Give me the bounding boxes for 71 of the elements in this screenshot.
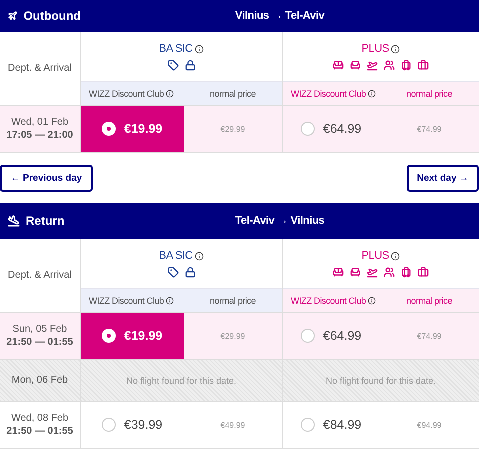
- bag-icon: [418, 267, 429, 278]
- radio-button[interactable]: [301, 418, 316, 432]
- lock-icon: [184, 267, 196, 278]
- normal-price: €94.99: [417, 420, 442, 430]
- price-option[interactable]: €19.99: [81, 312, 184, 359]
- plane-icon: [8, 10, 18, 22]
- normal-price: €49.99: [220, 420, 246, 430]
- normal-price: €74.99: [417, 332, 442, 340]
- armchair-icon: [350, 60, 361, 71]
- info-icon[interactable]: [166, 90, 174, 98]
- route-title: Tel-Aviv → Vilnius: [234, 215, 326, 227]
- flight-time: 17:05 — 21:00: [6, 129, 74, 142]
- next-day-button[interactable]: Next day →: [407, 165, 479, 192]
- suitcase-icon: [401, 60, 412, 71]
- seat-icon: [333, 60, 344, 71]
- fare-name: BA SIC: [159, 250, 204, 262]
- fare-name: PLUS: [362, 250, 400, 262]
- price-option[interactable]: €84.99: [283, 401, 380, 448]
- price-option[interactable]: €64.99: [283, 105, 380, 152]
- flight-time: 21:50 — 01:55: [6, 336, 74, 350]
- no-flight-message: No flight found for this date.: [126, 376, 237, 386]
- tag-icon: [168, 60, 178, 71]
- column-label: normal price: [406, 296, 452, 306]
- price-option[interactable]: €64.99: [283, 312, 380, 359]
- info-icon[interactable]: [166, 296, 174, 304]
- suitcase-icon: [401, 267, 412, 278]
- no-flight-message: No flight found for this date.: [326, 376, 436, 386]
- bag-icon: [418, 60, 429, 71]
- price-option[interactable]: €39.99: [81, 401, 184, 448]
- flight-date: Mon, 06 Feb: [12, 374, 68, 388]
- tag-icon: [168, 267, 178, 278]
- flight-time: 21:50 — 01:55: [6, 425, 74, 438]
- info-icon[interactable]: [194, 44, 204, 54]
- column-label: Dept. & Arrival: [8, 62, 72, 76]
- column-label: WIZZ Discount Club: [291, 296, 376, 306]
- route-title: Vilnius → Tel-Aviv: [234, 10, 326, 22]
- people-icon: [384, 60, 395, 71]
- radio-button[interactable]: [301, 122, 316, 136]
- column-label: normal price: [210, 296, 256, 306]
- flight-date: Wed, 08 Feb: [11, 412, 69, 425]
- plane-takeoff-icon: [367, 60, 378, 71]
- column-label: WIZZ Discount Club: [89, 88, 174, 98]
- normal-price: €29.99: [220, 332, 246, 340]
- lock-icon: [184, 60, 196, 71]
- radio-button[interactable]: [102, 418, 116, 432]
- flight-date: Sun, 05 Feb: [12, 322, 68, 336]
- radio-button[interactable]: [301, 329, 316, 343]
- plane-takeoff-icon: [367, 267, 378, 278]
- normal-price: €29.99: [220, 124, 246, 134]
- column-label: WIZZ Discount Club: [291, 88, 376, 98]
- column-label: normal price: [406, 88, 452, 98]
- info-icon[interactable]: [368, 296, 376, 304]
- armchair-icon: [350, 267, 361, 278]
- fare-name: BA SIC: [159, 43, 204, 55]
- fare-name: PLUS: [362, 43, 400, 55]
- flight-date: Wed, 01 Feb: [11, 116, 69, 129]
- plane-icon: [8, 215, 20, 227]
- column-label: WIZZ Discount Club: [89, 296, 174, 306]
- previous-day-button[interactable]: ← Previous day: [0, 165, 93, 192]
- column-label: normal price: [210, 88, 256, 98]
- people-icon: [384, 267, 395, 278]
- info-icon[interactable]: [368, 90, 376, 98]
- info-icon[interactable]: [391, 252, 400, 260]
- section-title: Return: [26, 214, 65, 228]
- info-icon[interactable]: [391, 44, 400, 54]
- section-title: Outbound: [24, 9, 81, 23]
- price-option[interactable]: €19.99: [81, 105, 184, 152]
- normal-price: €74.99: [417, 124, 442, 134]
- seat-icon: [333, 267, 344, 278]
- info-icon[interactable]: [194, 252, 204, 260]
- column-label: Dept. & Arrival: [8, 268, 72, 282]
